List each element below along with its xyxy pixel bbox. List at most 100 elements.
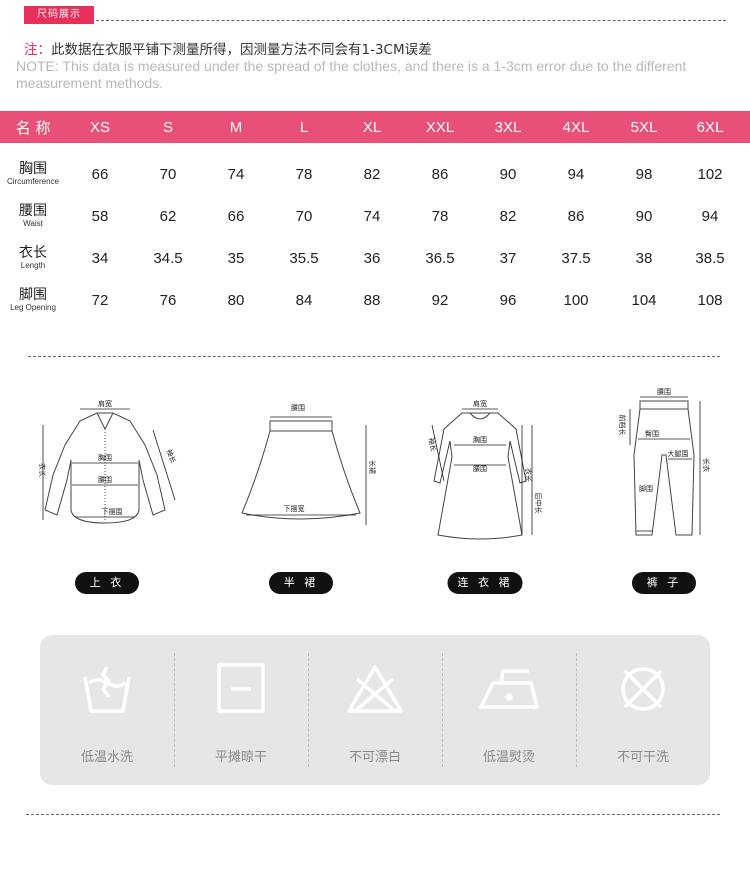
table-cell: 86 <box>567 207 585 225</box>
care-label-bleach: 不可漂白 <box>348 750 401 765</box>
table-cell: 35.5 <box>289 249 319 267</box>
shirt-waist-label: 腰围 <box>98 476 112 484</box>
pants-length-label: 长衣 <box>702 458 711 472</box>
table-cell: 37 <box>499 249 517 267</box>
row-label: 腰围 Waist <box>0 203 66 229</box>
row-label-cn: 衣长 <box>19 245 47 261</box>
no-bleach-icon <box>347 665 403 713</box>
table-cell: 96 <box>499 291 517 309</box>
note-prefix: 注： <box>24 42 51 58</box>
table-cell: 38 <box>635 249 653 267</box>
size-l: L <box>299 118 309 136</box>
table-cell: 104 <box>631 291 657 309</box>
size-xxl: XXL <box>425 118 455 136</box>
dress-label: 连 衣 裙 <box>447 572 523 594</box>
care-item-dry-clean: 不可干洗 <box>576 635 710 785</box>
size-xs: XS <box>89 118 110 136</box>
table-cell: 78 <box>431 207 449 225</box>
table-cell: 90 <box>499 165 517 183</box>
note-english: NOTE: This data is measured under the sp… <box>16 58 687 91</box>
table-cell: 74 <box>227 165 245 183</box>
footer-divider <box>26 814 720 815</box>
care-label-dry-clean: 不可干洗 <box>616 750 669 765</box>
care-label-wash: 低温水洗 <box>80 750 133 765</box>
care-label-dry: 平摊晾干 <box>214 750 267 765</box>
size-3xl: 3XL <box>494 118 522 136</box>
size-s: S <box>162 118 173 136</box>
table-cell: 88 <box>363 291 381 309</box>
row-label-cn: 胸围 <box>19 161 47 177</box>
table-cell: 92 <box>431 291 449 309</box>
dress-back-length-label: 后中长 <box>534 493 543 514</box>
dress-length-label: 衣长 <box>524 468 533 482</box>
note-text: 此数据在衣服平铺下测量所得，因测量方法不同会有1-3CM误差 <box>51 42 432 58</box>
size-xl: XL <box>362 118 382 136</box>
row-label-en: Length <box>20 261 46 270</box>
table-cell: 102 <box>697 165 723 183</box>
table-cell: 80 <box>227 291 245 309</box>
dress-diagram: 肩宽 胸围 腰围 袖长 衣长 后中长 <box>427 399 543 540</box>
table-cell: 34 <box>91 249 109 267</box>
row-label-cn: 脚围 <box>19 287 47 303</box>
table-cell: 66 <box>91 165 109 183</box>
table-divider <box>28 356 720 357</box>
table-row: 脚围 Leg Opening 72 76 80 84 88 92 96 100 104 108 <box>0 279 750 321</box>
care-item-iron: 低温熨烫 <box>442 635 576 785</box>
row-label: 衣长 Length <box>0 245 66 271</box>
table-row: 衣长 Length 34 34.5 35 35.5 36 36.5 37 37.5 38 38.5 <box>0 237 750 279</box>
dry-flat-icon <box>217 663 265 713</box>
table-cell: 35 <box>227 249 245 267</box>
table-cell: 36 <box>363 249 381 267</box>
figure-shirt: 肩宽 胸围 腰围 下摆围 衣长 袖长 上 衣 <box>35 385 185 600</box>
pants-label: 裤 子 <box>632 572 696 594</box>
shirt-chest-label: 胸围 <box>98 453 112 462</box>
note-chinese: 注：此数据在衣服平铺下测量所得，因测量方法不同会有1-3CM误差 <box>24 38 432 58</box>
size-6xl: 6XL <box>696 118 724 136</box>
dress-chest-label: 胸围 <box>473 435 487 444</box>
table-cell: 82 <box>363 165 381 183</box>
table-cell: 66 <box>227 207 245 225</box>
row-label-en: Waist <box>23 219 43 228</box>
table-cell: 78 <box>295 165 313 183</box>
table-cell: 108 <box>697 291 723 309</box>
table-cell: 38.5 <box>695 249 725 267</box>
measurement-figures: 肩宽 胸围 腰围 下摆围 衣长 袖长 上 衣 腰围 下摆宽 长裙 半 裙 肩宽 … <box>0 385 750 600</box>
care-item-dry: 平摊晾干 <box>174 635 308 785</box>
table-cell: 94 <box>567 165 585 183</box>
table-cell: 74 <box>363 207 381 225</box>
shirt-diagram: 肩宽 胸围 腰围 下摆围 衣长 袖长 <box>38 399 178 524</box>
care-item-bleach: 不可漂白 <box>308 635 442 785</box>
table-cell: 72 <box>91 291 109 309</box>
row-label: 脚围 Leg Opening <box>0 287 66 313</box>
care-item-wash: 低温水洗 <box>40 635 174 785</box>
care-instructions-panel: 低温水洗 平摊晾干 不可漂白 低温熨烫 不可干洗 <box>40 635 710 785</box>
skirt-diagram: 腰围 下摆宽 长裙 <box>241 404 377 525</box>
pants-hip-label: 臀围 <box>645 430 659 438</box>
table-cell: 86 <box>431 165 449 183</box>
table-cell: 82 <box>499 207 517 225</box>
shirt-hem-label: 下摆围 <box>102 507 123 516</box>
shirt-length-label: 衣长 <box>38 463 47 477</box>
table-cell: 58 <box>91 207 109 225</box>
wash-low-temp-icon <box>83 666 131 713</box>
pants-thigh-label: 大腿围 <box>668 449 689 458</box>
skirt-length-label: 长裙 <box>368 460 377 474</box>
figure-dress: 肩宽 胸围 腰围 袖长 衣长 后中长 连 衣 裙 <box>410 385 560 600</box>
size-4xl: 4XL <box>562 118 590 136</box>
size-table-body: 胸围 Circumference 66 70 74 78 82 86 90 94 98 102 腰围 Wa… <box>0 153 750 321</box>
dress-sleeve-label: 袖长 <box>427 437 438 452</box>
table-row: 腰围 Waist 58 62 66 70 74 78 82 86 90 94 <box>0 195 750 237</box>
pants-waist-label: 腰围 <box>657 388 671 396</box>
row-label-cn: 腰围 <box>19 203 47 219</box>
row-label-en: Leg Opening <box>10 303 56 312</box>
shirt-sleeve-label: 袖长 <box>165 448 178 464</box>
table-cell: 98 <box>635 165 653 183</box>
table-cell: 84 <box>295 291 313 309</box>
care-label-iron: 低温熨烫 <box>482 750 535 765</box>
no-dry-clean-icon <box>621 667 665 711</box>
row-label: 胸围 Circumference <box>0 161 66 187</box>
pants-diagram: 腰围 臀围 大腿围 脚围 前档长 长衣 <box>618 388 711 536</box>
shirt-shoulder-label: 肩宽 <box>98 399 112 408</box>
skirt-label: 半 裙 <box>269 572 333 594</box>
size-table-header: 名 称 XS S M L XL XXL 3XL 4XL 5XL 6XL <box>0 111 750 143</box>
